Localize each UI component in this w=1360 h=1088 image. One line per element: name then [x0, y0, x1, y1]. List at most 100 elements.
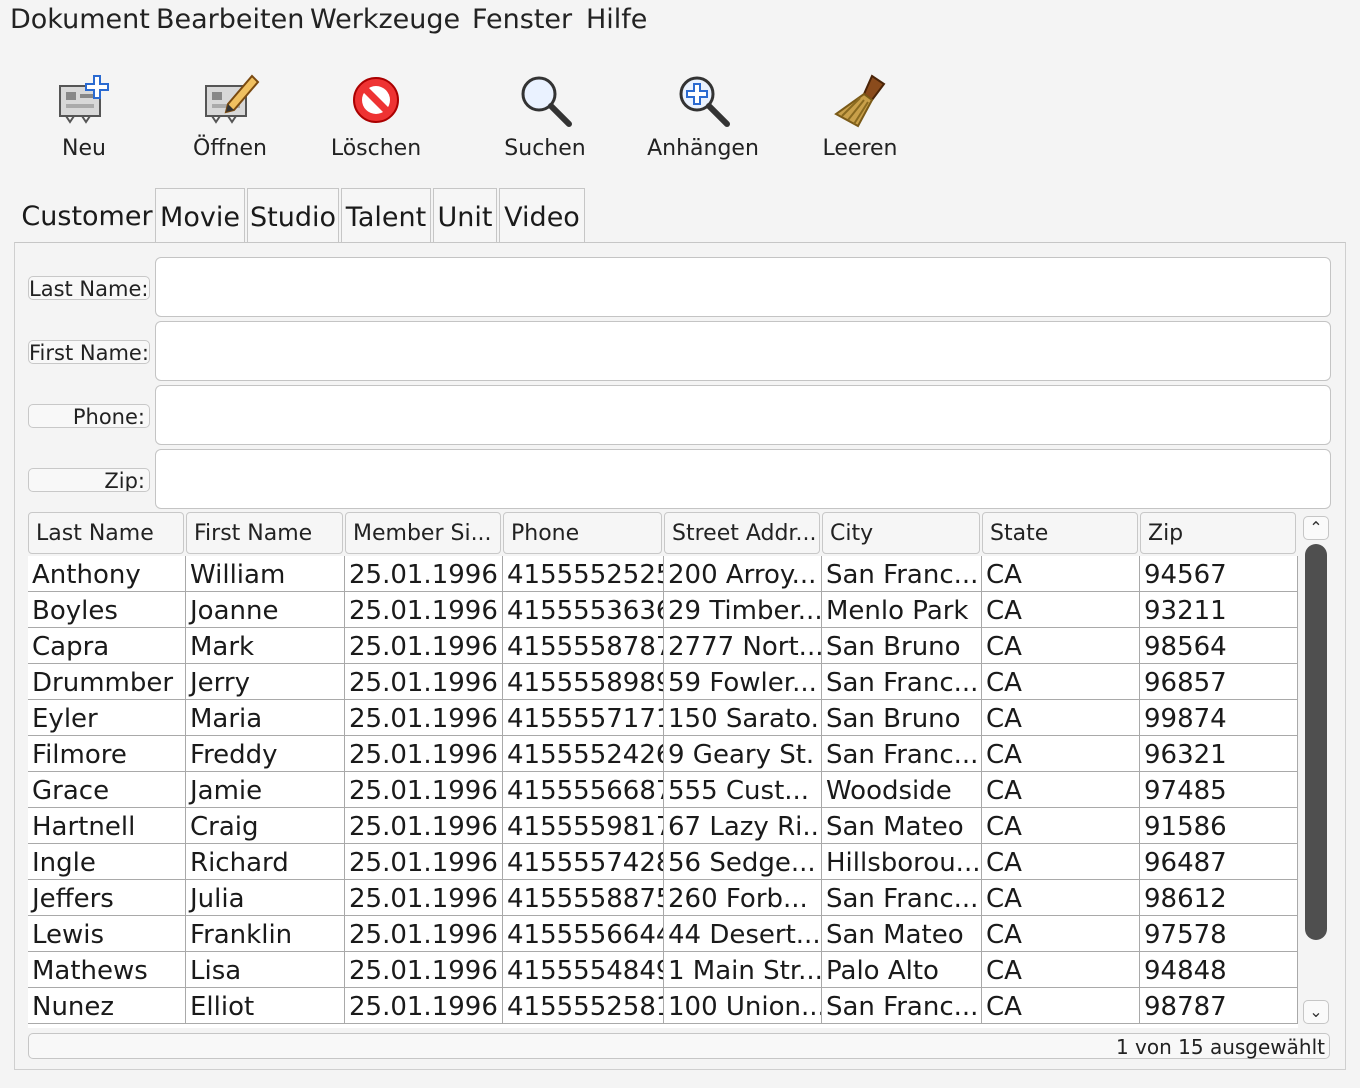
table-cell: Jerry [186, 664, 345, 700]
table-cell: CA [982, 700, 1140, 736]
table-cell: 67 Lazy Ri... [664, 808, 822, 844]
table-row[interactable]: Nunez Elliot 25.01.1996 4155552581 100 Union… [28, 988, 1298, 1024]
table-cell: 1 Main Str... [664, 952, 822, 988]
tab-studio[interactable]: Studio [247, 188, 339, 242]
table-cell: CA [982, 952, 1140, 988]
table-cell: 4155557171 [503, 700, 664, 736]
append-search-icon [679, 76, 730, 127]
table-cell: San Franc... [822, 556, 982, 592]
table-cell: Julia [186, 880, 345, 916]
table-cell: 25.01.1996 [345, 628, 503, 664]
menu-fenster[interactable]: Fenster [472, 4, 572, 35]
tab-unit[interactable]: Unit [433, 188, 497, 242]
table-row[interactable]: Mathews Lisa 25.01.1996 4155554849 1 Main St… [28, 952, 1298, 988]
open-button[interactable]: Öffnen [160, 70, 300, 170]
new-button[interactable]: Neu [14, 70, 154, 170]
new-record-icon [59, 75, 109, 124]
menu-werkzeuge[interactable]: Werkzeuge [310, 4, 460, 35]
table-cell: San Bruno [822, 700, 982, 736]
table-row[interactable]: Capra Mark 25.01.1996 4155558787 2777 Nort..… [28, 628, 1298, 664]
table-cell: Joanne [186, 592, 345, 628]
table-cell: CA [982, 916, 1140, 952]
table-cell: 25.01.1996 [345, 664, 503, 700]
table-cell: 96857 [1140, 664, 1298, 700]
last-name-input[interactable] [155, 257, 1331, 317]
table-cell: CA [982, 736, 1140, 772]
table-cell: 93211 [1140, 592, 1298, 628]
table-cell: 4155558787 [503, 628, 664, 664]
column-header[interactable]: Phone [503, 512, 662, 554]
table-row[interactable]: Ingle Richard 25.01.1996 4155557428 56 Sedge… [28, 844, 1298, 880]
table-row[interactable]: Eyler Maria 25.01.1996 4155557171 150 Sarato… [28, 700, 1298, 736]
table-cell: Lewis [28, 916, 186, 952]
table-cell: 4155556687 [503, 772, 664, 808]
table-cell: Drummber [28, 664, 186, 700]
table-cell: 25.01.1996 [345, 808, 503, 844]
tab-talent[interactable]: Talent [341, 188, 431, 242]
table-row[interactable]: Drummber Jerry 25.01.1996 4155558989 59 Fowl… [28, 664, 1298, 700]
scroll-up-button[interactable]: ⌃ [1303, 516, 1329, 540]
clear-button[interactable]: Leeren [790, 70, 930, 170]
table-cell: 25.01.1996 [345, 952, 503, 988]
table-cell: 9 Geary St. [664, 736, 822, 772]
column-header[interactable]: Zip [1140, 512, 1296, 554]
tab-video[interactable]: Video [499, 188, 585, 242]
delete-icon [353, 77, 399, 123]
table-cell: CA [982, 988, 1140, 1024]
column-header[interactable]: State [982, 512, 1138, 554]
phone-label: Phone: [28, 404, 150, 428]
column-header[interactable]: Last Name [28, 512, 184, 554]
tab-movie[interactable]: Movie [155, 188, 245, 242]
table-cell: 200 Arroy... [664, 556, 822, 592]
table-row[interactable]: Lewis Franklin 25.01.1996 4155556644 44 Dese… [28, 916, 1298, 952]
search-button[interactable]: Suchen [475, 70, 615, 170]
tab-customer[interactable]: Customer [20, 188, 154, 242]
table-cell: Grace [28, 772, 186, 808]
table-cell: 96487 [1140, 844, 1298, 880]
menu-bearbeiten[interactable]: Bearbeiten [156, 4, 304, 35]
first-name-input[interactable] [155, 321, 1331, 381]
column-header[interactable]: First Name [186, 512, 343, 554]
table-row[interactable]: Hartnell Craig 25.01.1996 4155559817 67 Lazy… [28, 808, 1298, 844]
table-row[interactable]: Anthony William 25.01.1996 4155552525 200 Ar… [28, 556, 1298, 592]
column-header[interactable]: Street Addr... [664, 512, 820, 554]
search-label: Suchen [504, 136, 586, 161]
table-cell: 25.01.1996 [345, 988, 503, 1024]
scroll-down-button[interactable]: ⌄ [1303, 1000, 1329, 1024]
status-bar: 1 von 15 ausgewählt [28, 1033, 1330, 1059]
phone-input[interactable] [155, 385, 1331, 445]
column-header[interactable]: Member Si... [345, 512, 501, 554]
append-button[interactable]: Anhängen [633, 70, 773, 170]
table-cell: 98612 [1140, 880, 1298, 916]
table-cell: Palo Alto [822, 952, 982, 988]
table-cell: 94567 [1140, 556, 1298, 592]
new-label: Neu [62, 136, 106, 161]
table-cell: Maria [186, 700, 345, 736]
table-cell: San Mateo [822, 808, 982, 844]
table-row[interactable]: Grace Jamie 25.01.1996 4155556687 555 Cust..… [28, 772, 1298, 808]
clear-label: Leeren [822, 136, 898, 161]
delete-button[interactable]: Löschen [306, 70, 446, 170]
search-icon [521, 76, 572, 127]
table-cell: 4155558989 [503, 664, 664, 700]
table-cell: 25.01.1996 [345, 736, 503, 772]
delete-label: Löschen [330, 136, 422, 161]
zip-input[interactable] [155, 449, 1331, 509]
table-cell: Capra [28, 628, 186, 664]
table-cell: Anthony [28, 556, 186, 592]
table-cell: Lisa [186, 952, 345, 988]
table-cell: CA [982, 772, 1140, 808]
table-row[interactable]: Filmore Freddy 25.01.1996 4155552426 9 Geary… [28, 736, 1298, 772]
table-cell: 4155552581 [503, 988, 664, 1024]
scrollbar-thumb[interactable] [1305, 544, 1327, 940]
table-cell: 260 Forb... [664, 880, 822, 916]
menu-hilfe[interactable]: Hilfe [586, 4, 647, 35]
table-row[interactable]: Jeffers Julia 25.01.1996 4155558875 260 Forb… [28, 880, 1298, 916]
table-cell: 4155554849 [503, 952, 664, 988]
table-cell: Richard [186, 844, 345, 880]
menu-dokument[interactable]: Dokument [10, 4, 150, 35]
table-cell: 25.01.1996 [345, 772, 503, 808]
column-header[interactable]: City [822, 512, 980, 554]
table-row[interactable]: Boyles Joanne 25.01.1996 4155553636 29 Timbe… [28, 592, 1298, 628]
table-cell: 98564 [1140, 628, 1298, 664]
